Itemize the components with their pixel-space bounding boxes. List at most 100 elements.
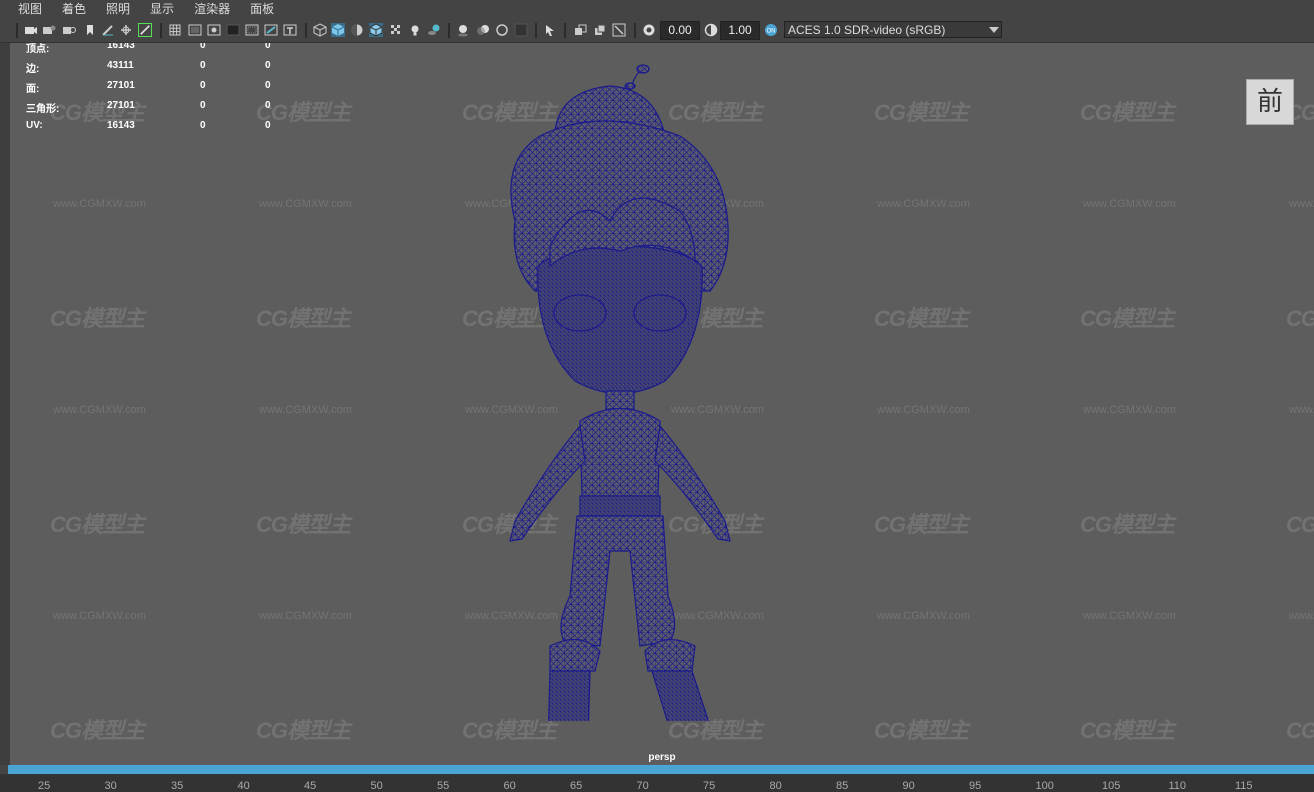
shadows-icon[interactable] [427, 23, 441, 37]
character-wireframe-model[interactable] [480, 51, 760, 721]
toolbar-separator [16, 23, 18, 38]
hud-value: 16143 [107, 120, 135, 131]
toolbar-separator [305, 23, 307, 38]
watermark-url: www.CGMXW.com [259, 198, 352, 210]
menu-shading[interactable]: 着色 [50, 0, 94, 19]
watermark-url: www.CGMXW.com [877, 198, 970, 210]
ambient-occlusion-icon[interactable] [456, 23, 470, 37]
toolbar-separator [448, 23, 450, 38]
ruler-tick-label: 80 [769, 780, 782, 792]
toolbar-separator [564, 23, 566, 38]
hud-value: 43111 [107, 60, 134, 71]
ruler-tick-label: 65 [570, 780, 583, 792]
viewport-toolbar: 0.00 1.00 ON ACES 1.0 SDR-video (sRGB) [0, 19, 1314, 43]
color-space-dropdown[interactable]: ACES 1.0 SDR-video (sRGB) [784, 21, 1002, 38]
grease-pencil-icon[interactable] [101, 23, 115, 37]
hud-label: 边: [26, 64, 40, 75]
watermark-logo: CG模型主 [256, 512, 351, 537]
toolbar-separator [535, 23, 537, 38]
time-ruler[interactable]: 25 30 35 40 45 50 55 60 65 70 75 80 85 90 95 100 105 110 1… [0, 774, 1314, 792]
watermark-logo: CG模型主 [1080, 512, 1175, 537]
watermark-logo: CG模型主 [1286, 306, 1314, 331]
ruler-tick-label: 90 [902, 780, 915, 792]
wireframe-icon[interactable] [313, 23, 327, 37]
xray-icon[interactable] [574, 23, 588, 37]
hud-value: 0 [200, 100, 206, 111]
wireframe-on-shaded-icon[interactable] [369, 23, 383, 37]
watermark-logo: CG模型主 [50, 512, 145, 537]
menu-view[interactable]: 视图 [0, 0, 50, 19]
watermark-url: www.CGMXW.com [259, 610, 352, 622]
toolbar-separator [160, 23, 162, 38]
ruler-tick-label: 25 [38, 780, 51, 792]
hud-value: 0 [200, 80, 206, 91]
xray-active-icon[interactable] [612, 23, 626, 37]
gamma-icon[interactable] [704, 23, 718, 37]
persp-viewport[interactable]: CG模型主 CG模型主 CG模型主 CG模型主 CG模型主 CG模型主 CG模型主 CG模型主… [10, 43, 1314, 765]
exposure-icon[interactable] [642, 23, 656, 37]
hud-label: 顶点: [26, 44, 50, 55]
shade-all-icon[interactable] [350, 23, 364, 37]
exposure-field[interactable]: 0.00 [660, 21, 700, 40]
watermark-url: www.CGMXW.com [259, 404, 352, 416]
ruler-tick-label: 45 [304, 780, 317, 792]
watermark-logo: CG模型主 [874, 306, 969, 331]
watermark-url: www.CGMXW.com [53, 404, 146, 416]
hud-value: 0 [200, 43, 206, 51]
viewcube-front[interactable]: 前 [1246, 79, 1294, 125]
grid-icon[interactable] [168, 23, 182, 37]
toolbar-separator [634, 23, 636, 38]
paint-icon[interactable] [138, 23, 152, 37]
ruler-tick-label: 60 [503, 780, 516, 792]
watermark-logo: CG模型主 [50, 718, 145, 743]
safe-action-icon[interactable] [264, 23, 278, 37]
lights-icon[interactable] [408, 23, 422, 37]
watermark-logo: CG模型主 [1080, 100, 1175, 125]
watermark-url: www.CGMXW.com [1083, 610, 1176, 622]
hud-value: 0 [265, 80, 271, 91]
hud-label: 三角形: [26, 104, 60, 115]
watermark-logo: CG模型主 [1080, 306, 1175, 331]
watermark-url: www.CGMXW.com [877, 610, 970, 622]
menu-renderer[interactable]: 渲染器 [182, 0, 238, 19]
ruler-tick-label: 105 [1102, 780, 1121, 792]
watermark-url: www.CGMXW.com [1289, 198, 1314, 210]
watermark-logo: CG模型主 [874, 100, 969, 125]
transform-icon[interactable] [119, 23, 133, 37]
watermark-url: www.CGMXW.com [1289, 610, 1314, 622]
depth-of-field-icon[interactable] [514, 23, 528, 37]
resolution-gate-icon[interactable] [207, 23, 221, 37]
watermark-logo: CG模型主 [1286, 512, 1314, 537]
menu-panels[interactable]: 面板 [238, 0, 282, 19]
chevron-down-icon[interactable] [989, 27, 999, 33]
color-management-icon[interactable]: ON [764, 23, 778, 37]
field-chart-icon[interactable] [245, 23, 259, 37]
watermark-logo: CG模型主 [256, 306, 351, 331]
antialias-icon[interactable] [495, 23, 509, 37]
hud-value: 27101 [107, 100, 135, 111]
film-gate-icon[interactable] [188, 23, 202, 37]
xray-joints-icon[interactable] [593, 23, 607, 37]
film-icon[interactable] [62, 23, 76, 37]
bookmark-icon[interactable] [83, 23, 97, 37]
watermark-logo: CG模型主 [874, 718, 969, 743]
ruler-tick-label: 115 [1235, 780, 1253, 792]
hud-value: 0 [200, 60, 206, 71]
watermark-logo: CG模型主 [256, 718, 351, 743]
safe-title-icon[interactable] [283, 23, 297, 37]
motion-blur-icon[interactable] [476, 23, 490, 37]
menu-show[interactable]: 显示 [138, 0, 182, 19]
isolate-select-icon[interactable] [543, 23, 557, 37]
camera-icon[interactable] [24, 23, 38, 37]
smooth-shade-icon[interactable] [331, 23, 345, 37]
textured-icon[interactable] [389, 23, 403, 37]
menu-lighting[interactable]: 照明 [94, 0, 138, 19]
hud-label: UV: [26, 120, 43, 131]
ruler-tick-label: 30 [104, 780, 117, 792]
gate-mask-icon[interactable] [226, 23, 240, 37]
camera-lock-icon[interactable] [42, 23, 56, 37]
svg-text:ON: ON [767, 29, 776, 35]
gamma-field[interactable]: 1.00 [720, 21, 760, 40]
time-slider-range[interactable] [8, 765, 1314, 774]
ruler-tick-label: 35 [171, 780, 184, 792]
